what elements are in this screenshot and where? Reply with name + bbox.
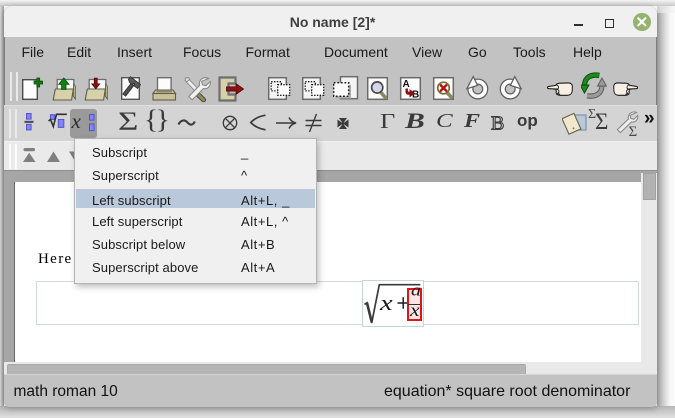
svg-text:B: B xyxy=(412,90,419,101)
svg-text:Σ: Σ xyxy=(629,124,638,138)
svg-text:A: A xyxy=(402,79,409,90)
svg-text:B: B xyxy=(491,114,504,133)
